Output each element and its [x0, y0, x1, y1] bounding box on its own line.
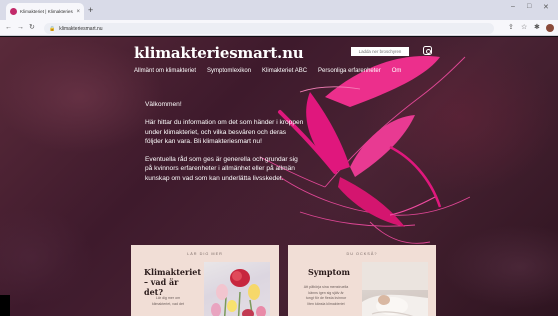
card-symptoms[interactable]: DU OCKSÅ? Symptom Att påbörja sina menst…: [288, 245, 436, 316]
intro-paragraph-2: Eventuella råd som ges är generella och …: [145, 156, 298, 182]
share-icon[interactable]: ⇪: [508, 23, 514, 33]
profile-avatar[interactable]: [546, 24, 554, 32]
nav-item-allmant[interactable]: Allmänt om klimakteriet: [134, 68, 196, 74]
card-learn-more[interactable]: LÄR DIG MER Klimakteriet – vad är det? L…: [131, 245, 279, 316]
card-title-line: – vad är det?: [144, 277, 179, 297]
web-page: klimakteriesmart.nu Allmänt om klimakter…: [0, 37, 558, 316]
card-text-line: klimakteriet, vad det: [152, 301, 184, 306]
intro-paragraph-1: Här hittar du information om det som hän…: [145, 119, 304, 145]
new-tab-button[interactable]: +: [88, 4, 93, 16]
tab-title: Klimakteriet | Klimakteriesmart.nu: [20, 9, 73, 14]
browser-tab-bar: Klimakteriet | Klimakteriesmart.nu × + –…: [0, 0, 558, 20]
instagram-icon[interactable]: [423, 46, 432, 55]
screen-corner: [0, 295, 10, 316]
lock-icon: 🔒: [49, 25, 56, 32]
url-text: klimakteriesmart.nu: [59, 25, 103, 32]
card-text: Lär dig mer om klimakteriet, vad det: [137, 296, 199, 307]
forward-icon[interactable]: →: [17, 22, 24, 34]
intro-section: Välkommen! Här hittar du information om …: [145, 100, 305, 192]
reload-icon[interactable]: ↻: [29, 22, 35, 34]
tab-close-icon[interactable]: ×: [76, 9, 80, 15]
card-title-line: Klimakteriet: [144, 267, 202, 277]
tulips-photo: [204, 262, 270, 316]
star-icon[interactable]: ☆: [521, 23, 527, 33]
card-kicker: LÄR DIG MER: [187, 252, 223, 256]
card-text: Att påbörja sina menstruella känns igen …: [294, 285, 358, 307]
nav-item-symptomlexikon[interactable]: Symptomlexikon: [207, 68, 251, 74]
nav-item-om[interactable]: Om: [392, 68, 402, 74]
welcome-heading: Välkommen!: [145, 101, 182, 108]
bedroom-photo: [362, 262, 428, 316]
nav-item-erfarenheter[interactable]: Personliga erfarenheter: [318, 68, 381, 74]
site-favicon-icon: [10, 8, 17, 15]
extensions-icon[interactable]: ✱: [534, 23, 540, 33]
browser-tab[interactable]: Klimakteriet | Klimakteriesmart.nu ×: [6, 3, 84, 20]
address-toolbar: ← → ↻ 🔒 klimakteriesmart.nu ⇪ ☆ ✱: [0, 20, 558, 36]
main-navigation: Allmänt om klimakteriet Symptomlexikon K…: [134, 68, 401, 74]
site-logo[interactable]: klimakteriesmart.nu: [134, 44, 304, 62]
maximize-button[interactable]: □: [527, 3, 531, 10]
nav-item-abc[interactable]: Klimakteriet ABC: [262, 68, 307, 74]
card-title: Klimakteriet – vad är det?: [144, 267, 202, 297]
back-icon[interactable]: ←: [5, 22, 12, 34]
card-text-line: liten känsla klimakteriet: [307, 301, 345, 306]
close-window-button[interactable]: ✕: [543, 3, 549, 11]
brochure-download-field[interactable]: [351, 47, 409, 56]
card-title: Symptom: [308, 267, 350, 277]
minimize-button[interactable]: –: [511, 3, 515, 10]
card-kicker: DU OCKSÅ?: [346, 252, 378, 256]
address-bar[interactable]: 🔒 klimakteriesmart.nu: [44, 23, 494, 34]
